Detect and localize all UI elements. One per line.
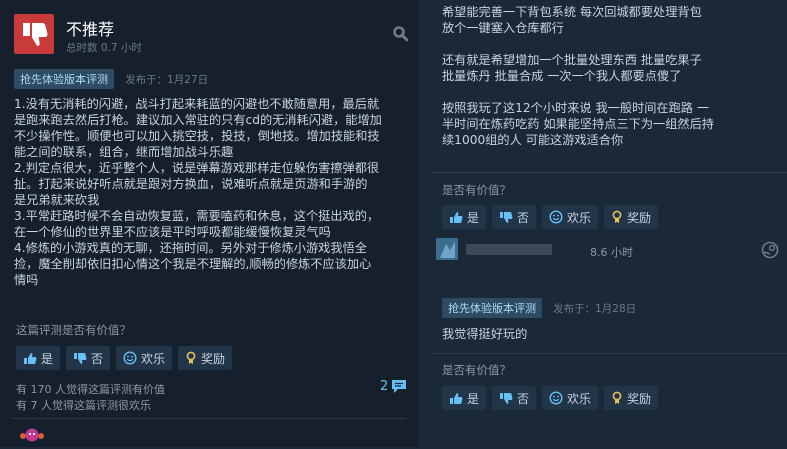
thumbs-up-icon — [450, 211, 463, 223]
thumbs-down-icon — [500, 211, 513, 223]
playtime: 8.6 小时 — [590, 246, 633, 259]
right-column: 希望能完善一下背包系统 每次回城都要处理背包 放个一键塞入仓库都行 还有就是希望… — [430, 0, 787, 447]
funny-label: 欢乐 — [567, 210, 592, 225]
vote-funny-button[interactable]: 欢乐 — [542, 386, 599, 410]
no-label: 否 — [517, 391, 530, 406]
thumbs-down-icon — [14, 14, 54, 54]
vote-no-button[interactable]: 否 — [492, 386, 537, 410]
vote-funny-button[interactable]: 欢乐 — [116, 346, 173, 370]
gear-icon[interactable] — [391, 24, 409, 46]
review-line: 是跑来跑去然后打枪。建议加入常驻的只有cd的无消耗闪避，能增加 — [14, 113, 382, 127]
vote-yes-button[interactable]: 是 — [16, 346, 61, 370]
review-paragraph: 还有就是希望增加一个批量处理东西 批量吃果子 批量炼丹 批量合成 一次一个我人都… — [442, 52, 782, 84]
yes-label: 是 — [467, 391, 480, 406]
review-tagline: 抢先体验版本评测 发布于：1月28日 — [442, 297, 636, 318]
review-body-continued: 希望能完善一下背包系统 每次回城都要处理背包 放个一键塞入仓库都行 还有就是希望… — [442, 4, 782, 164]
no-label: 否 — [91, 351, 104, 366]
review-line: 扯。打起来说好听点就是跟对方换血，说难听点就是页游和手游的 — [14, 177, 368, 191]
vote-yes-button[interactable]: 是 — [442, 205, 487, 229]
posted-date: 发布于：1月27日 — [125, 74, 209, 86]
vote-buttons: 是 否 欢乐 奖励 — [442, 205, 659, 229]
review-body: 1.没有无消耗的闪避，战斗打起来耗蓝的闪避也不敢随意用，最后就 是跑来跑去然后打… — [14, 96, 408, 288]
divider — [12, 418, 406, 419]
avatar[interactable] — [436, 238, 458, 260]
early-access-badge[interactable]: 抢先体验版本评测 — [442, 298, 542, 318]
helpful-question: 是否有价值？ — [442, 183, 511, 197]
funny-label: 欢乐 — [567, 391, 592, 406]
early-access-badge[interactable]: 抢先体验版本评测 — [14, 69, 114, 89]
yes-label: 是 — [467, 210, 480, 225]
helpful-question: 这篇评测是否有价值？ — [16, 323, 131, 337]
review-line: 在一个修仙的世界里不应该是平时呼吸都能缓慢恢复灵气吗 — [14, 225, 331, 239]
review-line: 能之间的联系，组合，继而增加战斗乐趣 — [14, 145, 234, 159]
yes-label: 是 — [41, 351, 54, 366]
review-tagline: 抢先体验版本评测 发布于：1月27日 — [14, 68, 208, 89]
divider — [430, 353, 787, 354]
review-paragraph: 希望能完善一下背包系统 每次回城都要处理背包 放个一键塞入仓库都行 — [442, 4, 782, 36]
steam-icon — [761, 241, 779, 263]
review-line: 放个一键塞入仓库都行 — [442, 21, 564, 35]
award-label: 奖励 — [201, 351, 226, 366]
verdict-title: 不推荐 — [66, 20, 115, 39]
emoji-icon — [18, 425, 46, 449]
review-line: 2.判定点很大，近乎整个人，说是弹幕游戏那样走位躲伤害擦弹都很 — [14, 161, 380, 175]
funny-count: 有 7 人觉得这篇评测很欢乐 — [16, 399, 151, 412]
playtime: 总时数 0.7 小时 — [66, 42, 142, 54]
helpful-question: 是否有价值？ — [442, 363, 511, 377]
review-line: 4.修炼的小游戏真的无聊，还拖时间。另外对于修炼小游戏我悟全 — [14, 241, 367, 255]
thumbs-down-icon — [500, 392, 513, 404]
award-button[interactable]: 奖励 — [604, 386, 659, 410]
review-line: 3.平常赶路时候不会自动恢复蓝，需要嗑药和休息，这个挺出戏的， — [14, 209, 380, 223]
thumbs-up-icon — [450, 392, 463, 404]
comment-count: 2 — [380, 379, 389, 394]
award-button[interactable]: 奖励 — [178, 346, 233, 370]
helpful-count: 有 170 人觉得这篇评测有价值 — [16, 383, 165, 396]
award-icon — [612, 210, 622, 223]
vote-yes-button[interactable]: 是 — [442, 386, 487, 410]
vote-counts: 有 170 人觉得这篇评测有价值 有 7 人觉得这篇评测很欢乐 — [16, 382, 165, 414]
vote-funny-button[interactable]: 欢乐 — [542, 205, 599, 229]
divider — [430, 172, 787, 173]
review-line: 不少操作性。顺便也可以加入挑空技，投技，倒地技。增加技能和技 — [14, 129, 380, 143]
thumbs-up-icon — [24, 352, 37, 364]
review-line: 希望能完善一下背包系统 每次回城都要处理背包 — [442, 5, 702, 19]
award-button[interactable]: 奖励 — [604, 205, 659, 229]
review-body: 我觉得挺好玩的 — [442, 327, 528, 341]
vote-buttons: 是 否 欢乐 奖励 — [442, 386, 659, 410]
posted-date: 发布于：1月28日 — [553, 303, 637, 315]
thumbs-down-icon — [74, 352, 87, 364]
award-icon — [612, 391, 622, 404]
award-label: 奖励 — [627, 210, 652, 225]
no-label: 否 — [517, 210, 530, 225]
review-line: 批量炼丹 批量合成 一次一个我人都要点傻了 — [442, 69, 682, 83]
review-line: 按照我玩了这12个小时来说 我一般时间在跑路 一 — [442, 101, 710, 115]
vote-no-button[interactable]: 否 — [66, 346, 111, 370]
award-label: 奖励 — [627, 391, 652, 406]
review-line: 半时间在炼药吃药 如果能坚持点三下为一组然后持 — [442, 117, 714, 131]
review-paragraph: 按照我玩了这12个小时来说 我一般时间在跑路 一 半时间在炼药吃药 如果能坚持点… — [442, 100, 782, 148]
smiley-icon — [549, 391, 563, 405]
comment-bubble-icon — [392, 380, 407, 393]
award-icon — [186, 351, 196, 364]
smiley-icon — [549, 210, 563, 224]
review-line: 情吗 — [14, 273, 39, 287]
review-line: 是兄弟就来砍我 — [14, 193, 100, 207]
reviewer-name-redacted[interactable] — [466, 244, 552, 255]
smiley-icon — [123, 351, 137, 365]
funny-label: 欢乐 — [141, 351, 166, 366]
review-line: 还有就是希望增加一个批量处理东西 批量吃果子 — [442, 53, 702, 67]
comments-link[interactable]: 2 — [380, 379, 407, 394]
vote-no-button[interactable]: 否 — [492, 205, 537, 229]
review-header: 不推荐 总时数 0.7 小时 — [14, 14, 409, 58]
review-card: 不推荐 总时数 0.7 小时 抢先体验版本评测 发布于：1月27日 1.没有无消… — [0, 0, 418, 447]
review-line: 1.没有无消耗的闪避，战斗打起来耗蓝的闪避也不敢随意用，最后就 — [14, 97, 380, 111]
review-line: 续1000组的人 可能这游戏适合你 — [442, 133, 624, 147]
vote-buttons: 是 否 欢乐 奖励 — [16, 346, 233, 370]
review-line: 捡，魔全削却依旧扣心情这个我是不理解的,顺畅的修炼不应该加心 — [14, 257, 372, 271]
